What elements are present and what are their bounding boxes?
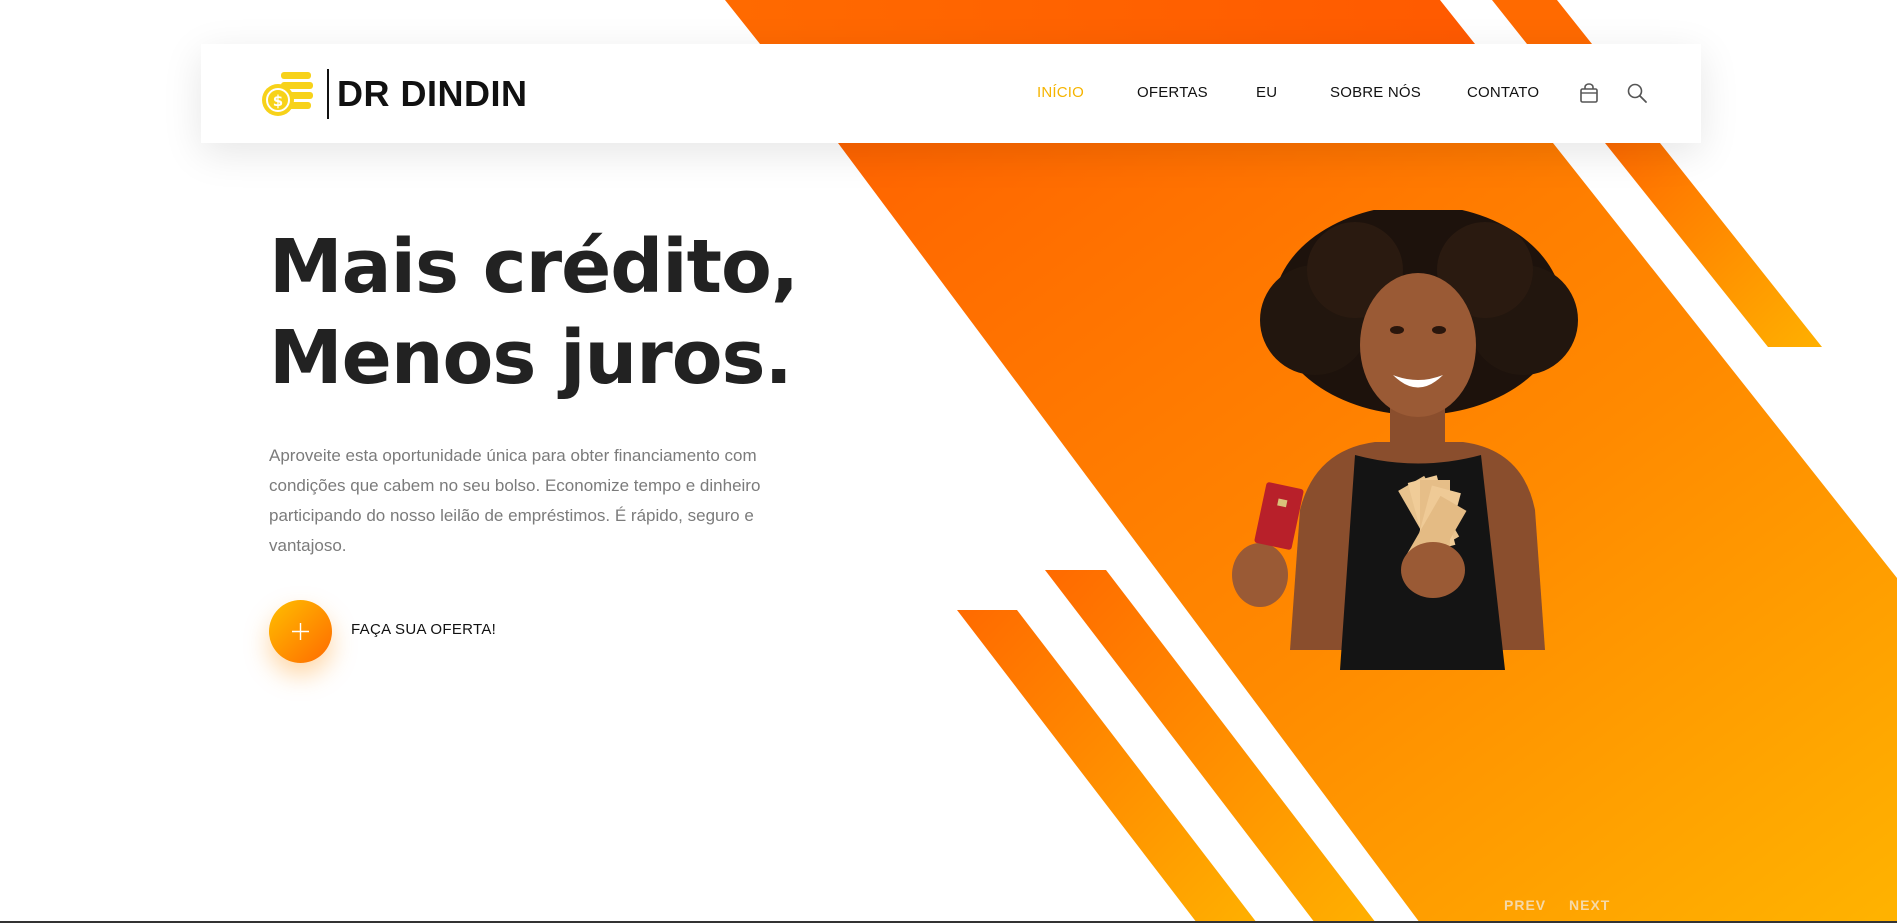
hero-description: Aproveite esta oportunidade única para o…	[269, 446, 761, 555]
search-icon[interactable]	[1626, 82, 1648, 104]
nav-item-inicio[interactable]: INÍCIO	[1037, 84, 1084, 101]
nav-item-sobre-nos[interactable]: SOBRE NÓS	[1330, 84, 1421, 101]
nav-item-contato[interactable]: CONTATO	[1467, 84, 1539, 101]
woman-holding-money-and-card-photo	[1232, 210, 1578, 670]
hero-title-line-2: Menos juros.	[269, 315, 793, 401]
nav-item-eu[interactable]: EU	[1256, 84, 1277, 101]
nav-item-ofertas[interactable]: OFERTAS	[1137, 84, 1208, 101]
top-orange-shape	[725, 0, 1475, 44]
svg-text:$: $	[273, 92, 283, 110]
site-header: $ DR DINDIN INÍCIO OFERTAS EU SOBRE NÓS …	[201, 44, 1701, 143]
hero-title: Mais crédito, Menos juros.	[269, 222, 799, 404]
plus-icon	[292, 623, 309, 640]
top-orange-stripe	[1492, 0, 1592, 44]
make-offer-button[interactable]	[269, 600, 332, 663]
make-offer-label[interactable]: FAÇA SUA OFERTA!	[351, 621, 496, 638]
hero-title-line-1: Mais crédito,	[269, 224, 799, 310]
coin-stack-icon: $	[262, 72, 313, 116]
slider-next-button[interactable]: NEXT	[1569, 897, 1610, 913]
logo-divider	[327, 69, 329, 119]
slider-prev-button[interactable]: PREV	[1504, 897, 1546, 913]
logo[interactable]: $ DR DINDIN	[261, 68, 528, 120]
brand-name: DR DINDIN	[337, 73, 528, 114]
shopping-bag-icon[interactable]	[1578, 82, 1600, 104]
page: $ DR DINDIN INÍCIO OFERTAS EU SOBRE NÓS …	[0, 0, 1897, 923]
